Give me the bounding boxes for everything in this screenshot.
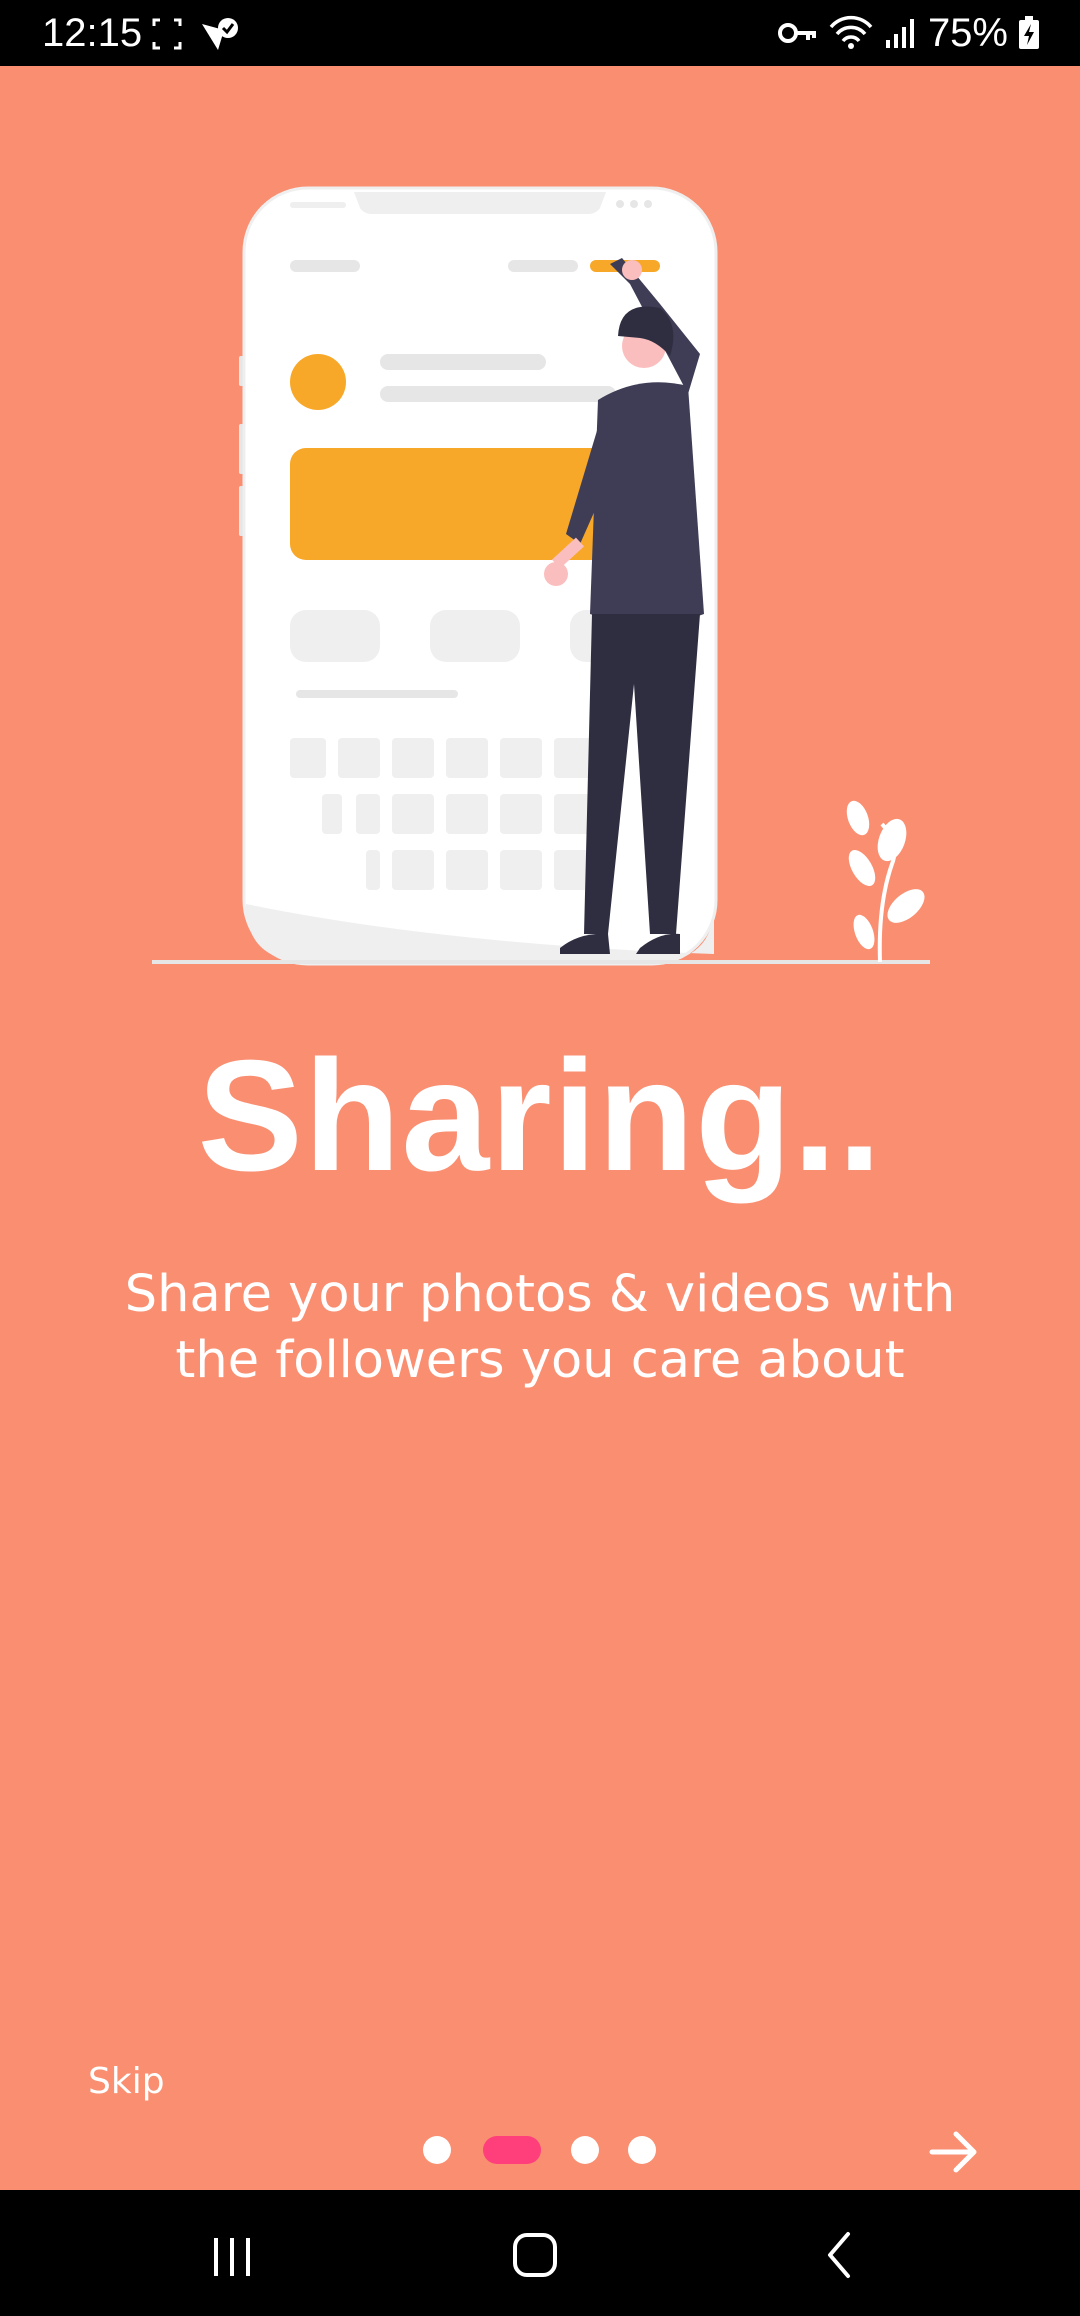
onboarding-page: Sharing.. Share your photos & videos wit… (0, 66, 1080, 2190)
skip-button[interactable]: Skip (88, 2062, 165, 2102)
page-subtitle: Share your photos & videos with the foll… (124, 1265, 956, 1390)
battery-charging-icon (1019, 16, 1039, 49)
page-dot-3[interactable] (571, 2136, 599, 2164)
signal-icon (885, 19, 914, 48)
status-bar: 12:15 75% (0, 0, 1080, 66)
page-dot-1[interactable] (423, 2136, 451, 2164)
screenshot-frame-icon (152, 18, 182, 50)
status-left-icons (152, 18, 238, 50)
status-time: 12:15 (42, 11, 143, 55)
status-right: 75% (777, 10, 1040, 56)
system-navigation-bar (0, 2190, 1080, 2316)
plant-decoration (846, 800, 925, 963)
page-title: Sharing.. (197, 1028, 883, 1204)
page-dot-4[interactable] (628, 2136, 656, 2164)
recents-icon[interactable] (192, 2220, 272, 2290)
wifi-icon (829, 15, 873, 49)
page-dot-2-active[interactable] (483, 2136, 541, 2164)
vpn-key-icon (777, 23, 816, 43)
home-icon[interactable] (495, 2220, 575, 2290)
battery-percent: 75% (927, 11, 1008, 55)
arrow-right-icon[interactable] (924, 2122, 984, 2182)
back-icon[interactable] (800, 2220, 880, 2290)
sharing-illustration (152, 186, 930, 966)
check-badge-icon (202, 18, 238, 50)
